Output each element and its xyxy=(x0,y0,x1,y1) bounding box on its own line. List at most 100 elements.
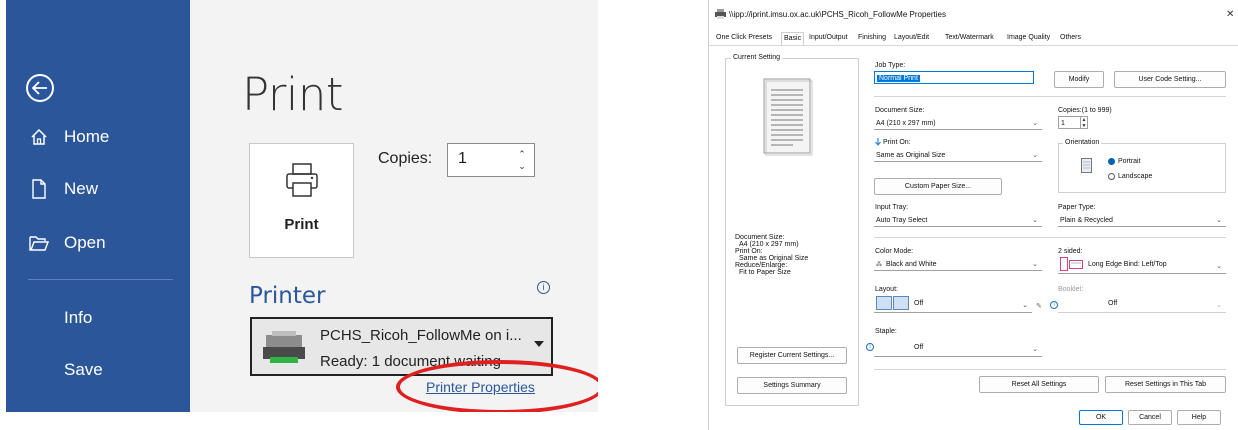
help-button[interactable]: Help xyxy=(1177,410,1221,425)
paper-type-value: Plain & Recycled xyxy=(1060,217,1113,224)
paper-type-select[interactable]: Plain & Recycled ⌄ xyxy=(1058,214,1226,227)
basic-tab-panel: Current Setting Document Size: A4 (210 x… xyxy=(709,46,1238,430)
two-sided-select[interactable]: Long Edge Bind: Left/Top ⌄ xyxy=(1058,256,1226,274)
tab-finishing[interactable]: Finishing xyxy=(858,34,886,41)
tab-others[interactable]: Others xyxy=(1060,34,1081,41)
staple-select[interactable]: Off ⌄ xyxy=(874,339,1042,357)
printer-name: PCHS_Ricoh_FollowMe on i... xyxy=(320,327,522,344)
info-icon[interactable]: i xyxy=(537,281,550,294)
duplex-icon xyxy=(1060,257,1084,273)
chevron-down-icon: ⌄ xyxy=(1032,120,1038,127)
modify-button[interactable]: Modify xyxy=(1054,71,1104,88)
nav-new-label: New xyxy=(64,179,99,198)
layout-select[interactable]: Off ⌄ xyxy=(874,295,1032,313)
chevron-down-icon[interactable]: ⌄ xyxy=(518,160,526,172)
printer-properties-link[interactable]: Printer Properties xyxy=(426,379,535,395)
tab-text-watermark[interactable]: Text/Watermark xyxy=(945,34,994,41)
info-icon[interactable]: i xyxy=(1050,301,1058,309)
two-sided-value: Long Edge Bind: Left/Top xyxy=(1088,261,1167,268)
copies-label: Copies: xyxy=(378,150,433,167)
register-current-settings-button[interactable]: Register Current Settings... xyxy=(737,347,847,364)
close-icon[interactable]: ✕ xyxy=(1226,9,1234,20)
document-size-label: Document Size: xyxy=(875,107,925,114)
info-icon[interactable]: i xyxy=(866,343,874,351)
dialog-titlebar: \\ipp://iprint.imsu.ox.ac.uk\PCHS_Ricoh_… xyxy=(709,0,1238,30)
landscape-label: Landscape xyxy=(1118,173,1153,180)
summary-reduce-label: Reduce/Enlarge: xyxy=(735,262,788,269)
nav-open[interactable]: Open xyxy=(28,232,106,254)
layout-label: Layout: xyxy=(875,286,898,293)
black-white-icon: ⁂ xyxy=(876,262,882,268)
summary-doc-size-label: Document Size: xyxy=(735,234,785,241)
tab-input-output[interactable]: Input/Output xyxy=(809,34,848,41)
copies-spinner[interactable]: ▲ ▼ xyxy=(1080,116,1088,129)
nav-save[interactable]: Save xyxy=(64,360,103,380)
page-title: Print xyxy=(242,68,344,121)
tab-basic[interactable]: Basic xyxy=(781,32,805,46)
printer-selector[interactable]: PCHS_Ricoh_FollowMe on i... Ready: 1 doc… xyxy=(250,317,553,376)
print-button[interactable]: Print xyxy=(249,143,354,258)
chevron-down-icon: ⌄ xyxy=(1032,152,1038,159)
document-preview-icon xyxy=(763,78,813,158)
dropdown-caret-icon[interactable] xyxy=(534,341,544,347)
down-arrow-icon xyxy=(875,138,881,148)
booklet-select: Off ⌄ xyxy=(1058,295,1226,313)
summary-print-on-label: Print On: xyxy=(735,248,763,255)
nav-separator xyxy=(28,279,173,280)
nav-home[interactable]: Home xyxy=(28,126,109,148)
chevron-down-icon: ⌄ xyxy=(1216,217,1222,224)
current-setting-label: Current Setting xyxy=(731,54,783,61)
custom-paper-size-button[interactable]: Custom Paper Size... xyxy=(874,178,1002,195)
nav-new[interactable]: New xyxy=(28,178,98,200)
backstage-nav-rail: Home New Open Info Save xyxy=(6,0,190,412)
tab-image-quality[interactable]: Image Quality xyxy=(1007,34,1050,41)
summary-print-on-value: Same as Original Size xyxy=(739,255,809,262)
cancel-button[interactable]: Cancel xyxy=(1128,410,1172,425)
landscape-radio[interactable] xyxy=(1108,173,1115,180)
summary-reduce-value: Fit to Paper Size xyxy=(739,269,791,276)
color-mode-select[interactable]: ⁂ Black and White ⌄ xyxy=(874,258,1042,271)
ok-button[interactable]: OK xyxy=(1079,410,1123,425)
color-mode-label: Color Mode: xyxy=(875,248,914,255)
job-type-select[interactable]: Normal Print xyxy=(874,71,1034,84)
portrait-radio[interactable] xyxy=(1108,158,1115,165)
separator xyxy=(874,237,1226,238)
nav-open-label: Open xyxy=(64,233,106,252)
new-document-icon xyxy=(28,178,50,200)
job-type-value: Normal Print xyxy=(877,75,920,82)
copies-spinner[interactable]: ⌃ ⌄ xyxy=(512,144,532,176)
tab-layout-edit[interactable]: Layout/Edit xyxy=(894,34,929,41)
home-icon xyxy=(28,126,50,148)
portrait-page-icon xyxy=(1081,158,1092,175)
user-code-setting-button[interactable]: User Code Setting... xyxy=(1114,71,1226,88)
back-arrow-icon xyxy=(32,81,47,95)
separator xyxy=(874,96,1226,97)
chevron-down-icon: ⌄ xyxy=(1216,302,1222,309)
portrait-label: Portrait xyxy=(1118,158,1141,165)
chevron-down-icon: ⌄ xyxy=(1032,346,1038,353)
nav-info[interactable]: Info xyxy=(64,308,92,328)
printer-small-icon xyxy=(715,9,726,21)
input-tray-select[interactable]: Auto Tray Select ⌄ xyxy=(874,214,1042,227)
pencil-edit-icon[interactable]: ✎ xyxy=(1036,302,1042,310)
settings-summary-button[interactable]: Settings Summary xyxy=(737,377,847,394)
separator xyxy=(874,369,1226,370)
back-arrow-button[interactable] xyxy=(26,74,54,102)
printer-status: Ready: 1 document waiting xyxy=(320,353,501,370)
chevron-down-icon: ⌄ xyxy=(1032,261,1038,268)
chevron-down-icon: ⌄ xyxy=(1216,263,1222,270)
chevron-up-icon[interactable]: ⌃ xyxy=(518,148,526,160)
tab-one-click-presets[interactable]: One Click Presets xyxy=(716,34,772,41)
document-size-select[interactable]: A4 (210 x 297 mm) ⌄ xyxy=(874,117,1042,130)
layout-pages-icon xyxy=(876,296,910,312)
booklet-label: Booklet: xyxy=(1058,286,1084,293)
reset-settings-tab-button[interactable]: Reset Settings in This Tab xyxy=(1105,376,1226,393)
print-on-value: Same as Original Size xyxy=(876,152,946,159)
paper-type-label: Paper Type: xyxy=(1058,204,1096,211)
word-print-backstage: Home New Open Info Save Print Print Copi… xyxy=(6,0,598,412)
printer-icon xyxy=(285,162,319,203)
layout-value: Off xyxy=(914,300,924,307)
copies-label: Copies:(1 to 999) xyxy=(1058,107,1112,114)
reset-all-settings-button[interactable]: Reset All Settings xyxy=(979,376,1099,393)
print-on-select[interactable]: Same as Original Size ⌄ xyxy=(874,149,1042,162)
